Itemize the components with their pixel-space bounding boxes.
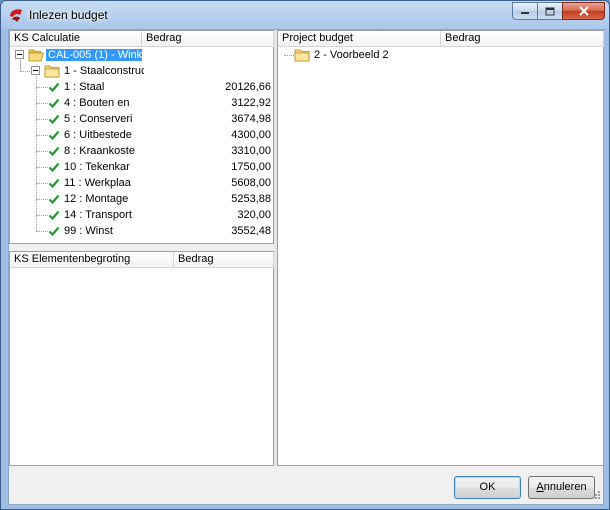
tree-item-label: 4 : Bouten en [64, 97, 130, 109]
tree-row-group[interactable]: 1 - Staalconstructi [10, 63, 273, 79]
tree-item-label: 5 : Conserveri [64, 113, 133, 125]
tree-row-item[interactable]: 11 : Werkplaa 5608,00 [10, 175, 273, 191]
tree-row-item[interactable]: 8 : Kraankoste 3310,00 [10, 143, 273, 159]
ks-calculatie-header: KS Calculatie Bedrag [10, 31, 274, 47]
tree-item-amount: 320,00 [237, 209, 271, 221]
tree-item-label: 1 : Staal [64, 81, 105, 93]
tree-row-item[interactable]: 5 : Conserveri 3674,98 [10, 111, 273, 127]
tree-row-item[interactable]: 14 : Transport 320,00 [10, 207, 273, 223]
tree-row-item[interactable]: 4 : Bouten en 3122,92 [10, 95, 273, 111]
check-icon [48, 162, 60, 173]
tree-row-item[interactable]: 6 : Uitbestede 4300,00 [10, 127, 273, 143]
app-logo-icon [10, 9, 22, 22]
cancel-button-label: Annuleren [536, 481, 587, 493]
tree-item-amount: 3674,98 [231, 113, 271, 125]
tree-item-label: 12 : Montage [64, 193, 129, 205]
cancel-button[interactable]: Annuleren [528, 476, 595, 499]
tree-item-label: 11 : Werkplaa [64, 177, 131, 189]
check-icon [48, 194, 60, 205]
check-icon [48, 130, 60, 141]
folder-icon [294, 49, 310, 62]
collapse-toggle-icon[interactable] [31, 66, 40, 75]
column-header-bedrag[interactable]: Bedrag [142, 31, 274, 47]
project-budget-header: Project budget Bedrag [278, 31, 604, 47]
tree-item-amount: 20126,66 [225, 81, 271, 93]
close-button[interactable] [562, 2, 605, 20]
project-item-label: 2 - Voorbeeld 2 [314, 49, 389, 61]
column-header-ks-elementenbegroting[interactable]: KS Elementenbegroting [10, 252, 174, 268]
column-header-project-budget[interactable]: Project budget [278, 31, 441, 47]
tree-row-item[interactable]: 10 : Tekenkar 1750,00 [10, 159, 273, 175]
tree-row-item[interactable]: 1 : Staal 20126,66 [10, 79, 273, 95]
minimize-button[interactable] [512, 2, 538, 20]
ks-elementenbegroting-header: KS Elementenbegroting Bedrag [10, 252, 274, 268]
tree-item-amount: 3122,92 [231, 97, 271, 109]
column-header-ks-calculatie[interactable]: KS Calculatie [10, 31, 142, 47]
tree-item-label: 99 : Winst [64, 225, 113, 237]
check-icon [48, 178, 60, 189]
check-icon [48, 98, 60, 109]
tree-item-amount: 5608,00 [231, 177, 271, 189]
tree-item-label: 8 : Kraankoste [64, 145, 135, 157]
column-header-bedrag[interactable]: Bedrag [174, 252, 274, 268]
tree-item-label: 6 : Uitbestede [64, 129, 132, 141]
tree-row-project[interactable]: 2 - Voorbeeld 2 [278, 47, 603, 63]
folder-icon [44, 65, 60, 78]
check-icon [48, 82, 60, 93]
tree-item-amount: 3552,48 [231, 225, 271, 237]
title-bar[interactable]: Inlezen budget [1, 1, 609, 29]
ok-button[interactable]: OK [454, 476, 521, 499]
check-icon [48, 210, 60, 221]
tree-item-label: 10 : Tekenkar [64, 161, 130, 173]
maximize-button[interactable] [537, 2, 563, 20]
column-header-bedrag[interactable]: Bedrag [441, 31, 604, 47]
dialog-body: KS Calculatie Bedrag CAL-005 (1) - Winke… [8, 29, 604, 505]
ks-calculatie-panel[interactable]: KS Calculatie Bedrag CAL-005 (1) - Winke… [9, 30, 274, 244]
tree-item-label: 14 : Transport [64, 209, 132, 221]
maximize-icon [545, 7, 555, 15]
ks-elementenbegroting-panel[interactable]: KS Elementenbegroting Bedrag [9, 251, 274, 466]
tree-item-amount: 1750,00 [231, 161, 271, 173]
check-icon [48, 226, 60, 237]
tree-row-item[interactable]: 99 : Winst 3552,48 [10, 223, 273, 239]
tree-item-amount: 3310,00 [231, 145, 271, 157]
check-icon [48, 146, 60, 157]
dialog-window: Inlezen budget KS Calculatie Bedrag CAL-… [0, 0, 610, 510]
tree-group-label: 1 - Staalconstructi [64, 65, 144, 77]
tree-root-label: CAL-005 (1) - Winkels [46, 49, 142, 61]
check-icon [48, 114, 60, 125]
tree-item-amount: 5253,88 [231, 193, 271, 205]
tree-row-item[interactable]: 12 : Montage 5253,88 [10, 191, 273, 207]
open-folder-icon [28, 49, 45, 62]
tree-row-root[interactable]: CAL-005 (1) - Winkels [10, 47, 273, 63]
close-icon [578, 6, 589, 16]
window-title: Inlezen budget [29, 8, 108, 22]
minimize-icon [521, 12, 529, 14]
tree-item-amount: 4300,00 [231, 129, 271, 141]
resize-grip-icon[interactable] [589, 490, 601, 502]
project-budget-panel[interactable]: Project budget Bedrag 2 - Voorbeeld 2 [277, 30, 604, 466]
collapse-toggle-icon[interactable] [15, 50, 24, 59]
